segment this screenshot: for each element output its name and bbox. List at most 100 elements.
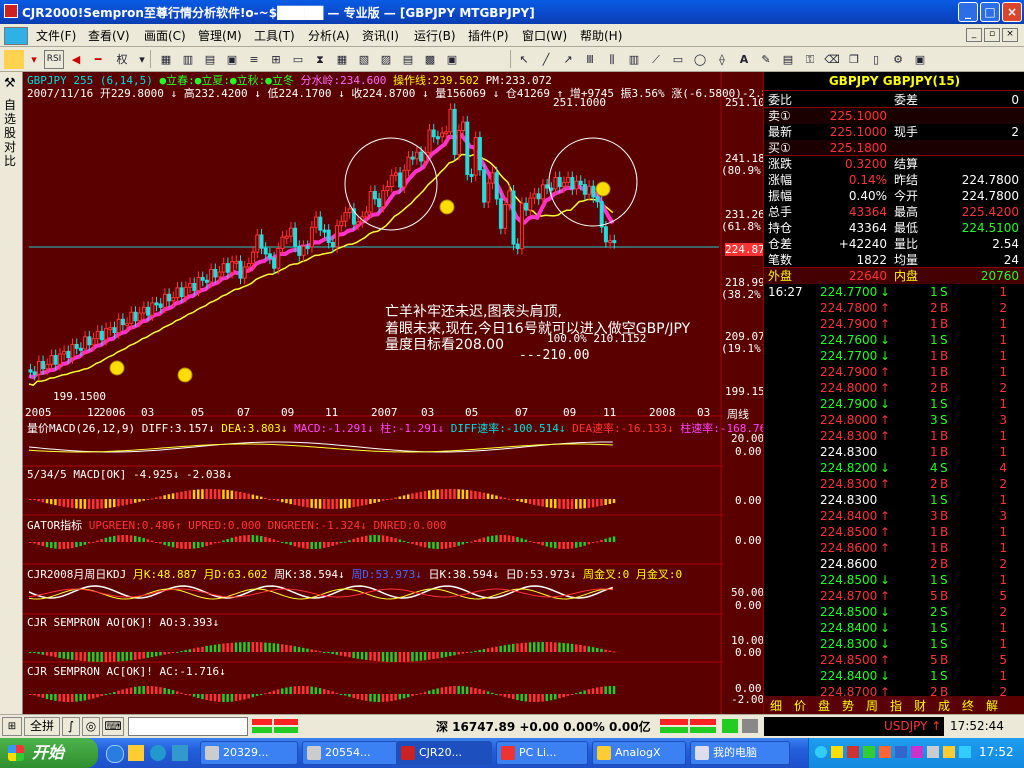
task-cjr[interactable]: CJR20... <box>396 741 492 765</box>
tray-icon[interactable] <box>847 746 859 758</box>
tray-icon[interactable] <box>879 746 891 758</box>
drop-icon[interactable]: ▾ <box>24 50 44 69</box>
quote-tab[interactable]: 成 <box>938 697 950 714</box>
cursor-icon[interactable]: ↖ <box>514 50 534 69</box>
task-pclink[interactable]: PC Li... <box>496 741 588 765</box>
list-icon[interactable]: ≡ <box>244 50 264 69</box>
hbars-icon[interactable]: Ⅲ <box>580 50 600 69</box>
menu-run[interactable]: 运行(B) <box>414 27 456 44</box>
ray-icon[interactable]: ↗ <box>558 50 578 69</box>
copy-icon[interactable]: ❐ <box>844 50 864 69</box>
paste-icon[interactable]: ▯ <box>866 50 886 69</box>
maximize-button[interactable]: □ <box>980 2 1000 22</box>
menu-screen[interactable]: 画面(C) <box>144 27 186 44</box>
kline-chart-area[interactable]: GBPJPY 255 (6,14,5) ●立春:●立夏:●立秋:●立冬 分水岭:… <box>23 72 763 714</box>
menu-manage[interactable]: 管理(M) <box>198 27 242 44</box>
ie-icon[interactable] <box>106 745 124 763</box>
info-icon[interactable] <box>742 719 758 733</box>
app-menu-icon[interactable] <box>4 27 28 45</box>
quote-tab[interactable]: 指 <box>890 697 902 714</box>
save-icon[interactable]: ▣ <box>222 50 242 69</box>
floppy-save-icon[interactable]: ▣ <box>910 50 930 69</box>
line-draw-icon[interactable]: ╱ <box>536 50 556 69</box>
ime-symbol-button[interactable]: ∫ <box>62 717 80 736</box>
menu-view[interactable]: 查看(V) <box>88 27 130 44</box>
tray-icon[interactable] <box>911 746 923 758</box>
menu-analysis[interactable]: 分析(A) <box>308 27 350 44</box>
quote-tab[interactable]: 盘 <box>818 697 830 714</box>
candle-icon[interactable]: ⧗ <box>310 50 330 69</box>
zoom-icon[interactable]: ⊞ <box>266 50 286 69</box>
channel-icon[interactable]: ⫼ <box>602 50 622 69</box>
command-input[interactable] <box>128 717 248 736</box>
text-tool-icon[interactable]: A <box>734 50 754 69</box>
minus-icon[interactable]: ━ <box>88 50 108 69</box>
camera-icon[interactable]: ▣ <box>442 50 462 69</box>
trend-icon[interactable]: ⟋ <box>646 50 666 69</box>
tray-icon[interactable] <box>895 746 907 758</box>
open-icon[interactable] <box>4 50 24 69</box>
brush-icon[interactable]: ✎ <box>756 50 776 69</box>
rsi-icon[interactable]: RSI <box>44 50 64 69</box>
ellipse-icon[interactable]: ◯ <box>690 50 710 69</box>
chart-icon[interactable]: ▤ <box>200 50 220 69</box>
menu-window[interactable]: 窗口(W) <box>522 27 567 44</box>
tray-icon[interactable] <box>943 746 955 758</box>
stats-icon[interactable]: ▩ <box>420 50 440 69</box>
mdi-close-icon[interactable]: × <box>1002 28 1018 42</box>
ime-punct-button[interactable]: ◎ <box>82 717 100 736</box>
calendar-icon[interactable]: ▧ <box>354 50 374 69</box>
table-icon[interactable]: ▦ <box>332 50 352 69</box>
menu-tools[interactable]: 工具(T) <box>254 27 295 44</box>
task-analogx[interactable]: AnalogX <box>592 741 686 765</box>
menu-plugins[interactable]: 插件(P) <box>468 27 509 44</box>
tray-icon[interactable] <box>815 746 827 758</box>
quote-tab[interactable]: 细 <box>770 697 782 714</box>
fib-icon[interactable]: ▥ <box>624 50 644 69</box>
menu-help[interactable]: 帮助(H) <box>580 27 622 44</box>
task-20329[interactable]: 20329... <box>200 741 298 765</box>
quote-tab[interactable]: 势 <box>842 697 854 714</box>
quote-tab[interactable]: 解 <box>986 697 998 714</box>
grid-icon[interactable]: ▦ <box>156 50 176 69</box>
eraser-icon[interactable]: ⌫ <box>822 50 842 69</box>
menu-info[interactable]: 资讯(I) <box>362 27 399 44</box>
speaker-icon[interactable] <box>959 746 971 758</box>
minimize-button[interactable]: _ <box>958 2 978 22</box>
menu-file[interactable]: 文件(F) <box>36 27 76 44</box>
media-icon[interactable] <box>128 745 144 761</box>
close-button[interactable]: × <box>1002 2 1022 22</box>
rect-icon[interactable]: ▭ <box>668 50 688 69</box>
tray-icon[interactable] <box>863 746 875 758</box>
quote-tab[interactable]: 财 <box>914 697 926 714</box>
quote-tab[interactable]: 价 <box>794 697 806 714</box>
task-20554[interactable]: 20554... <box>302 741 398 765</box>
dropdown-icon[interactable]: ▾ <box>132 50 152 69</box>
start-button[interactable]: 开始 <box>0 738 98 768</box>
quote-tab[interactable]: 终 <box>962 697 974 714</box>
tray-icon[interactable] <box>831 746 843 758</box>
keyboard-icon[interactable]: ⌨ <box>102 717 124 736</box>
lock-icon[interactable]: ⚿ <box>800 50 820 69</box>
mdi-restore-icon[interactable]: ▫ <box>984 28 1000 42</box>
title-bar[interactable]: CJR2000!Sempron至尊行情分析软件!o-~$█████ — 专业版 … <box>0 0 1024 24</box>
mdi-minimize-icon[interactable]: _ <box>966 28 982 42</box>
weight-button[interactable]: 权 <box>112 50 132 69</box>
arrow-left-icon[interactable]: ◀ <box>66 50 86 69</box>
tray-icon[interactable] <box>927 746 939 758</box>
ime-button[interactable]: 全拼 <box>24 717 60 736</box>
book-icon[interactable]: ▨ <box>376 50 396 69</box>
hammer-icon[interactable]: ⚒ <box>4 76 16 91</box>
fill-icon[interactable]: ▤ <box>778 50 798 69</box>
status-icon[interactable]: ⊞ <box>2 717 22 736</box>
task-mycomputer[interactable]: 我的电脑 <box>690 741 790 765</box>
outlook-icon[interactable] <box>150 745 166 761</box>
desktop-icon[interactable] <box>172 745 188 761</box>
quote-tab[interactable]: 周 <box>866 697 878 714</box>
window-icon[interactable]: ▭ <box>288 50 308 69</box>
polyline-icon[interactable]: ⟠ <box>712 50 732 69</box>
bars-icon[interactable]: ▥ <box>178 50 198 69</box>
doc-icon[interactable]: ▤ <box>398 50 418 69</box>
compare-tab[interactable]: 自选股对比 <box>4 98 18 168</box>
settings-icon[interactable]: ⚙ <box>888 50 908 69</box>
